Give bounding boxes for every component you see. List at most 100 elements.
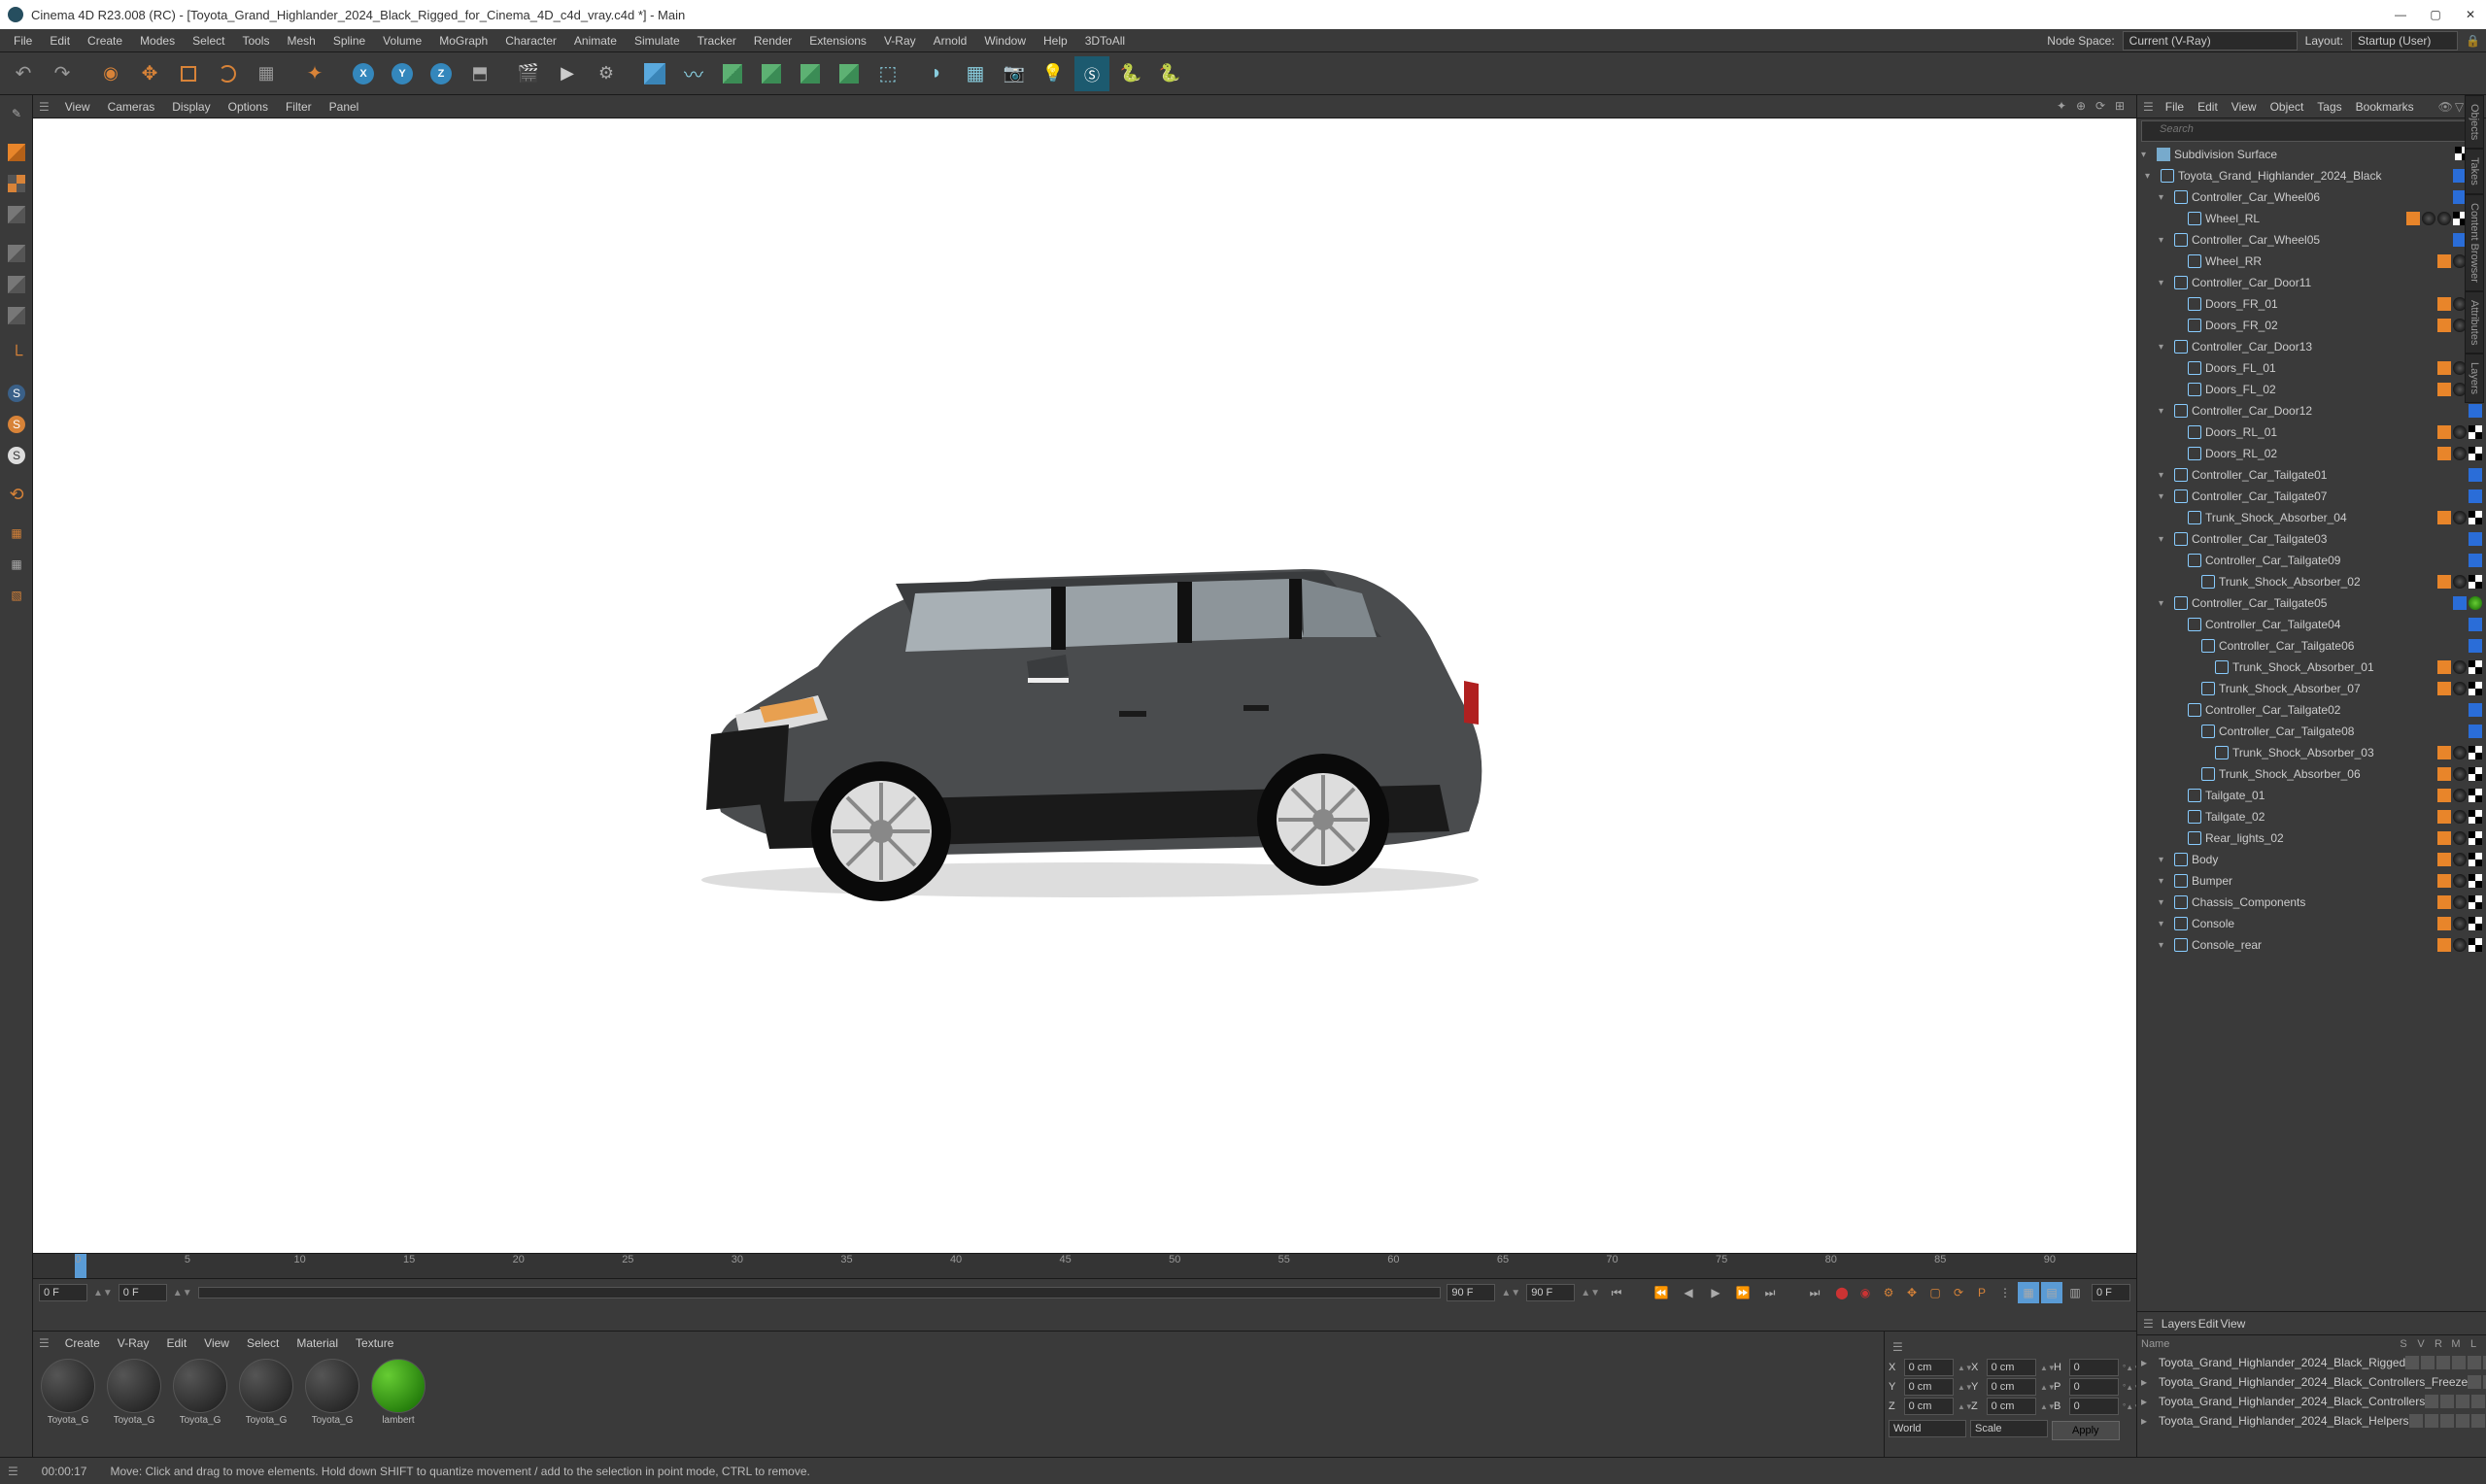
menu-tools[interactable]: Tools (234, 31, 277, 51)
tag-blue[interactable] (2469, 554, 2482, 567)
object-menu-tags[interactable]: Tags (2311, 97, 2347, 117)
tag-orange[interactable] (2437, 425, 2451, 439)
node-space-dropdown[interactable]: Current (V-Ray) (2123, 31, 2298, 51)
tag-orange[interactable] (2437, 575, 2451, 589)
hierarchy-row[interactable]: Trunk_Shock_Absorber_01 (2137, 657, 2486, 678)
move-button[interactable] (132, 56, 167, 91)
pos-y-field[interactable]: 0 cm (1904, 1378, 1954, 1396)
hierarchy-row[interactable]: Rear_lights_02 (2137, 827, 2486, 849)
python-button-2[interactable]: 🐍 (1152, 56, 1187, 91)
hierarchy-row[interactable]: Trunk_Shock_Absorber_06 (2137, 763, 2486, 785)
apply-button[interactable]: Apply (2052, 1421, 2120, 1440)
go-start-button[interactable]: ⏮ (1606, 1282, 1627, 1303)
hierarchy-root-row[interactable]: ▾ Subdivision Surface ✓ (2137, 144, 2486, 165)
tag-dark[interactable] (2453, 425, 2467, 439)
hierarchy-row[interactable]: Doors_RL_02 (2137, 443, 2486, 464)
tag-blue[interactable] (2469, 468, 2482, 482)
layer-toggle-icon[interactable] (2440, 1395, 2454, 1408)
side-tab-content-browser[interactable]: Content Browser (2465, 194, 2484, 291)
end-frame-field[interactable]: 90 F (1526, 1284, 1575, 1301)
menu-animate[interactable]: Animate (566, 31, 625, 51)
layer-toggle-icon[interactable] (2409, 1414, 2423, 1428)
hierarchy-row[interactable]: ▾Body (2137, 849, 2486, 870)
layer-toggle-icon[interactable] (2440, 1414, 2454, 1428)
tag-checker[interactable] (2469, 682, 2482, 695)
tag-dark[interactable] (2453, 682, 2467, 695)
close-icon[interactable]: ✕ (2463, 7, 2478, 22)
hierarchy-row[interactable]: ▾Controller_Car_Wheel06 (2137, 186, 2486, 208)
spline-button[interactable]: 〰 (676, 56, 711, 91)
menu-arnold[interactable]: Arnold (926, 31, 975, 51)
tag-checker[interactable] (2469, 660, 2482, 674)
workplane-1-button[interactable]: ▦ (2, 519, 31, 548)
menu-help[interactable]: Help (1036, 31, 1075, 51)
hierarchy-row[interactable]: Wheel_RR (2137, 251, 2486, 272)
hierarchy-row[interactable]: Controller_Car_Tailgate09 (2137, 550, 2486, 571)
timeline-scrubber[interactable] (198, 1287, 1442, 1298)
redo-button[interactable]: ↷ (45, 56, 80, 91)
play-button[interactable]: ▶ (1705, 1282, 1726, 1303)
autokey-button[interactable]: ◉ (1855, 1282, 1876, 1303)
tag-orange[interactable] (2437, 297, 2451, 311)
minimize-icon[interactable]: — (2393, 7, 2408, 22)
model-mode-button[interactable] (2, 138, 31, 167)
rot-h-field[interactable]: 0 (2069, 1359, 2119, 1376)
menu-spline[interactable]: Spline (325, 31, 373, 51)
menu-render[interactable]: Render (746, 31, 800, 51)
hierarchy-row[interactable]: Controller_Car_Tailgate02 (2137, 699, 2486, 721)
obj-funnel-icon[interactable]: ▽ (2455, 100, 2464, 114)
tag-orange[interactable] (2437, 682, 2451, 695)
menu-select[interactable]: Select (185, 31, 232, 51)
menu-3dtoall[interactable]: 3DToAll (1077, 31, 1133, 51)
menu-file[interactable]: File (6, 31, 40, 51)
layer-row[interactable]: ▸Toyota_Grand_Highlander_2024_Black_Help… (2137, 1411, 2486, 1431)
bend-button[interactable]: ◗ (919, 56, 954, 91)
tag-orange[interactable] (2437, 383, 2451, 396)
tag-orange[interactable] (2437, 917, 2451, 930)
tag-dark[interactable] (2453, 511, 2467, 524)
texture-mode-button[interactable] (2, 169, 31, 198)
coord-mode-dropdown[interactable]: World (1889, 1420, 1966, 1437)
layer-toggle-icon[interactable] (2421, 1356, 2435, 1369)
tag-checker[interactable] (2469, 831, 2482, 845)
record-button[interactable]: ⬤ (1831, 1282, 1853, 1303)
layers-menu-edit[interactable]: Edit (2198, 1317, 2219, 1331)
tag-orange[interactable] (2437, 511, 2451, 524)
cube-primitive-button[interactable] (637, 56, 672, 91)
tag-checker[interactable] (2469, 810, 2482, 824)
hierarchy-row[interactable]: Wheel_RL (2137, 208, 2486, 229)
material-thumb[interactable]: Toyota_G (235, 1359, 297, 1453)
tag-orange[interactable] (2437, 874, 2451, 888)
hierarchy-row[interactable]: Doors_FL_02 (2137, 379, 2486, 400)
field-button[interactable] (793, 56, 828, 91)
workplane-button[interactable] (2, 200, 31, 229)
tag-checker[interactable] (2469, 895, 2482, 909)
material-menu-v-ray[interactable]: V-Ray (110, 1333, 157, 1353)
scale-button[interactable] (171, 56, 206, 91)
timeline-ruler[interactable]: 051015202530354045505560657075808590 (33, 1254, 2136, 1279)
layers-menu-view[interactable]: View (2220, 1317, 2245, 1331)
tag-dark[interactable] (2437, 212, 2451, 225)
hierarchy-list[interactable]: ▾Toyota_Grand_Highlander_2024_Black▾Cont… (2137, 165, 2486, 1311)
tag-blue[interactable] (2469, 489, 2482, 503)
hierarchy-row[interactable]: Tailgate_02 (2137, 806, 2486, 827)
go-end-button[interactable]: ⏭ (1804, 1282, 1825, 1303)
menu-simulate[interactable]: Simulate (627, 31, 688, 51)
scale-mode-dropdown[interactable]: Scale (1970, 1420, 2048, 1437)
layer-toggle-icon[interactable] (2405, 1356, 2419, 1369)
menu-tracker[interactable]: Tracker (690, 31, 744, 51)
hierarchy-row[interactable]: Controller_Car_Tailgate06 (2137, 635, 2486, 657)
snap-toggle-button[interactable]: S (2, 379, 31, 408)
layer-toggle-icon[interactable] (2425, 1395, 2438, 1408)
search-input[interactable] (2142, 121, 2481, 137)
key-move-button[interactable]: ✥ (1901, 1282, 1923, 1303)
material-thumb[interactable]: Toyota_G (169, 1359, 231, 1453)
current-frame-field[interactable]: 90 F (1447, 1284, 1495, 1301)
object-menu-bookmarks[interactable]: Bookmarks (2350, 97, 2420, 117)
undo-button[interactable]: ↶ (6, 56, 41, 91)
viewport-nav-icon-2[interactable]: ⊕ (2076, 99, 2092, 115)
layer-toggle-icon[interactable] (2425, 1414, 2438, 1428)
tag-dark[interactable] (2453, 853, 2467, 866)
material-thumb[interactable]: Toyota_G (103, 1359, 165, 1453)
generator-button[interactable] (715, 56, 750, 91)
